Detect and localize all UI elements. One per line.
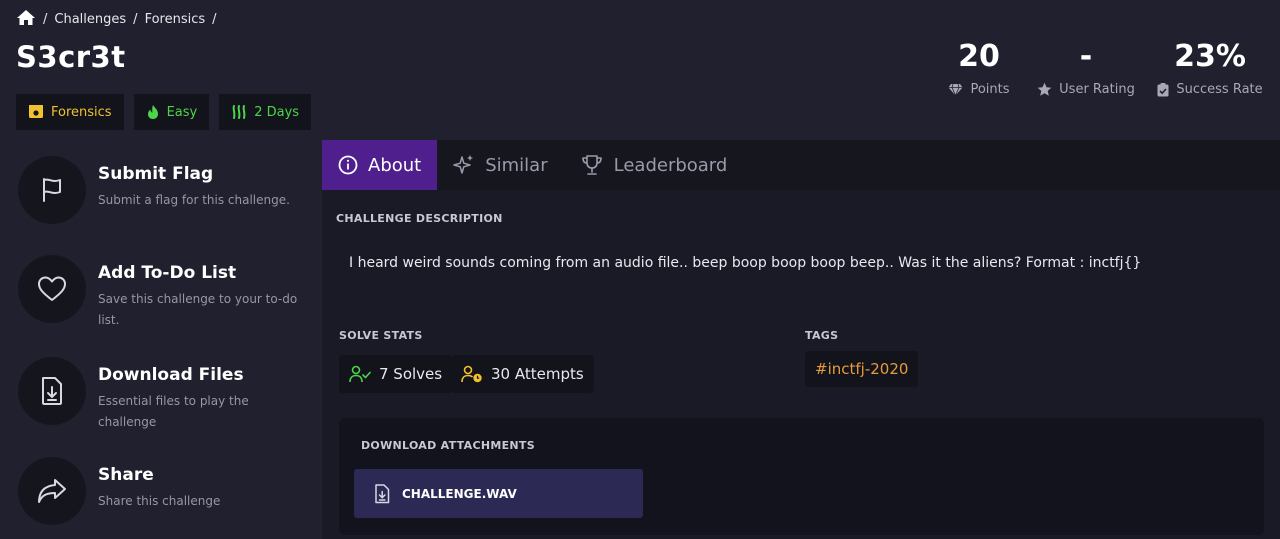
difficulty-label: Easy xyxy=(166,104,198,120)
breadcrumb-challenges[interactable]: Challenges xyxy=(54,12,126,27)
add-todo-title: Add To-Do List xyxy=(98,263,237,283)
flag-icon[interactable] xyxy=(18,156,86,224)
share-icon[interactable] xyxy=(18,457,86,525)
breadcrumb-forensics[interactable]: Forensics xyxy=(145,12,206,27)
submit-flag-desc: Submit a flag for this challenge. xyxy=(98,193,290,207)
attempts-count: 30 Attempts xyxy=(491,365,584,383)
tab-about-label: About xyxy=(368,154,422,176)
solve-stats-heading: SOLVE STATS xyxy=(339,329,423,342)
tab-about[interactable]: About xyxy=(322,140,438,190)
submit-flag-action[interactable]: Submit Flag Submit a flag for this chall… xyxy=(18,156,308,224)
age-badge: 2 Days xyxy=(219,94,312,130)
download-files-title: Download Files xyxy=(98,365,244,385)
add-todo-desc: Save this challenge to your to-do list. xyxy=(98,292,298,327)
tab-leaderboard[interactable]: Leaderboard xyxy=(564,140,744,190)
attempts-pill[interactable]: 30 Attempts xyxy=(451,355,594,393)
sparkles-icon xyxy=(453,155,474,174)
rating-stat: - User Rating xyxy=(1030,36,1142,97)
solves-count: 7 Solves xyxy=(379,365,443,383)
age-label: 2 Days xyxy=(254,104,300,120)
add-todo-action[interactable]: Add To-Do List Save this challenge to yo… xyxy=(18,255,308,331)
info-icon xyxy=(338,155,358,175)
share-action[interactable]: Share Share this challenge xyxy=(18,457,308,525)
attachment-download-button[interactable]: CHALLENGE.WAV xyxy=(354,469,643,518)
tab-similar-label: Similar xyxy=(485,154,548,176)
share-title: Share xyxy=(98,465,154,485)
points-label: Points xyxy=(970,82,1010,97)
category-label: Forensics xyxy=(51,104,112,120)
download-files-desc: Essential files to play the challenge xyxy=(98,394,249,429)
description-heading: CHALLENGE DESCRIPTION xyxy=(336,212,503,225)
heart-icon[interactable] xyxy=(18,255,86,323)
breadcrumb-separator: / xyxy=(133,12,138,27)
file-download-icon xyxy=(375,483,390,503)
success-rate-label: Success Rate xyxy=(1176,82,1263,97)
points-stat: 20 Points xyxy=(940,36,1018,97)
page-title: S3cr3t xyxy=(16,40,126,74)
challenge-badges: Forensics Easy 2 Days xyxy=(16,94,312,130)
success-rate-value: 23% xyxy=(1174,39,1246,74)
clipboard-check-icon xyxy=(1157,82,1169,96)
diamond-icon xyxy=(948,83,963,96)
tags-heading: TAGS xyxy=(805,329,839,342)
breadcrumb-separator: / xyxy=(212,12,217,27)
user-clock-icon xyxy=(461,365,482,383)
home-icon[interactable] xyxy=(16,9,36,30)
success-rate-stat: 23% Success Rate xyxy=(1150,36,1270,97)
points-value: 20 xyxy=(958,39,1000,74)
tab-bar: About Similar Leaderboard xyxy=(322,140,1280,190)
challenge-description: I heard weird sounds coming from an audi… xyxy=(349,255,1142,271)
trophy-icon xyxy=(581,155,602,175)
rating-label: User Rating xyxy=(1059,82,1135,97)
share-desc: Share this challenge xyxy=(98,494,221,508)
tab-leaderboard-label: Leaderboard xyxy=(613,154,728,176)
star-icon xyxy=(1037,82,1052,96)
tab-similar[interactable]: Similar xyxy=(437,140,563,190)
submit-flag-title: Submit Flag xyxy=(98,164,214,184)
difficulty-badge: Easy xyxy=(133,94,210,130)
category-badge[interactable]: Forensics xyxy=(16,94,124,130)
download-files-action[interactable]: Download Files Essential files to play t… xyxy=(18,357,308,433)
rating-value: - xyxy=(1079,39,1093,74)
breadcrumb: / Challenges / Forensics / xyxy=(16,9,218,30)
solves-pill[interactable]: 7 Solves xyxy=(339,355,453,393)
breadcrumb-separator: / xyxy=(43,12,48,27)
heat-icon xyxy=(232,105,246,119)
tag-chip[interactable]: #inctfj-2020 xyxy=(805,351,919,387)
file-download-icon[interactable] xyxy=(18,357,86,425)
attachments-heading: DOWNLOAD ATTACHMENTS xyxy=(361,439,535,452)
category-icon xyxy=(29,105,43,118)
flame-icon xyxy=(147,105,158,119)
user-check-icon xyxy=(349,365,371,383)
attachment-file-name: CHALLENGE.WAV xyxy=(402,486,517,501)
